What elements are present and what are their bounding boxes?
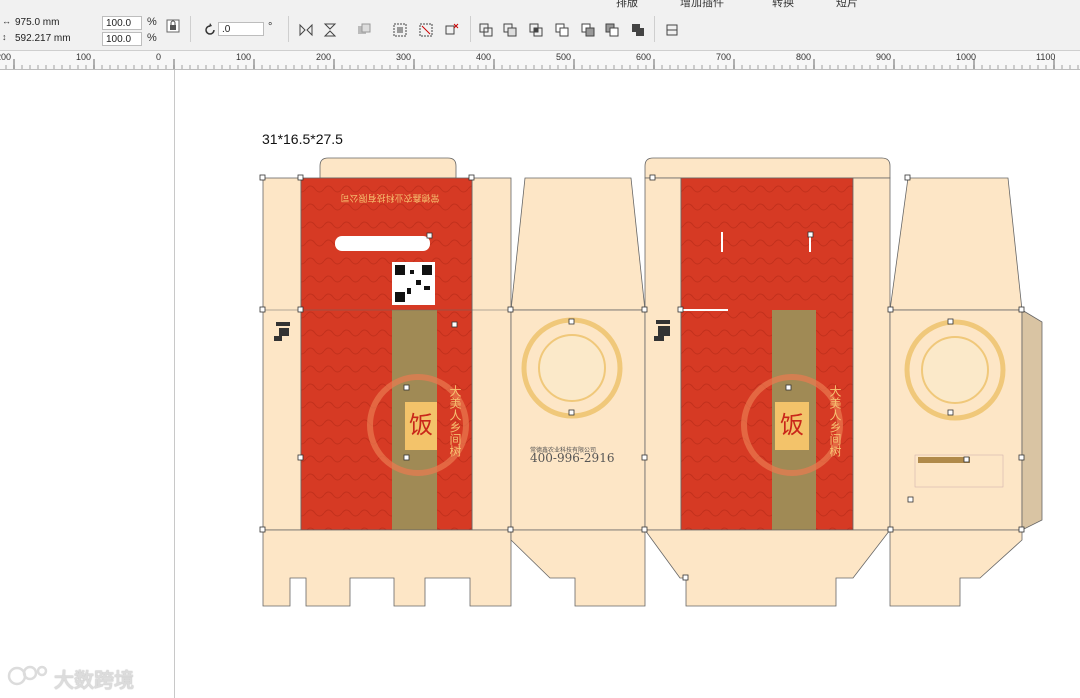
bottom-flap-1 <box>262 529 512 607</box>
side-top-flap-1 <box>510 177 646 311</box>
watermark-text: 大数跨境 <box>54 668 134 692</box>
glue-flap-left <box>262 177 302 531</box>
glue-flap-right <box>1021 309 1043 531</box>
side-1-emblem-inner <box>538 334 606 402</box>
bottom-flap-2 <box>644 529 891 607</box>
front-panel-red <box>300 177 473 531</box>
side-top-flap-2 <box>889 177 1023 311</box>
front-logo-char: 饭 <box>409 411 433 439</box>
panel-1-right-strip <box>471 177 512 531</box>
side-1-company: 常德鑫农业科技有限公司 <box>530 446 596 454</box>
panel-2-left-strip <box>644 177 682 531</box>
top-flap-2 <box>644 157 891 179</box>
bottom-side-flap-1 <box>510 529 646 607</box>
top-flap-1 <box>319 157 457 179</box>
panel-2-right-strip <box>852 177 891 531</box>
front-tagline: 常德鑫农业科技有限公司 <box>340 192 439 204</box>
back-logo-char: 饭 <box>780 411 804 439</box>
watermark-logo-icon <box>6 662 50 688</box>
back-panel-red <box>680 177 854 531</box>
bottom-side-flap-2 <box>889 529 1023 607</box>
front-side-text: 大美人乡间树 <box>448 385 462 457</box>
handle-hole <box>335 236 430 251</box>
packaging-dieline[interactable]: 饭 常德鑫农业科技有限公司 大美人乡间树 400-996-2916 常德鑫农业科… <box>0 0 1080 698</box>
side-2-emblem-inner <box>921 336 989 404</box>
nutrition-header <box>918 457 970 463</box>
back-side-text: 大美人乡间树 <box>828 385 842 457</box>
